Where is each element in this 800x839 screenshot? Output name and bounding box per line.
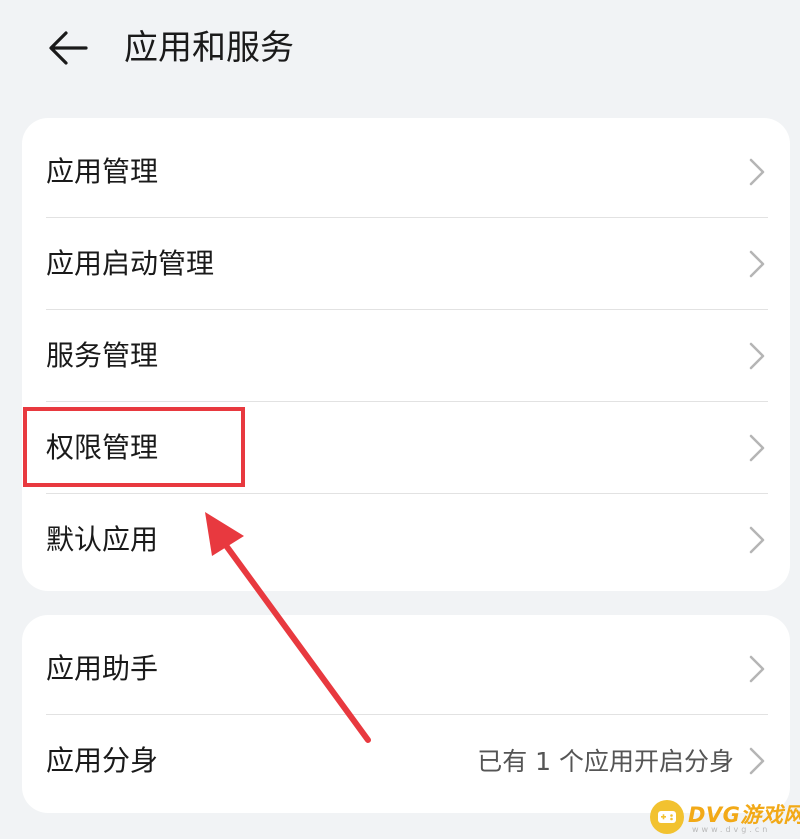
gamepad-icon: [650, 800, 684, 834]
row-app-assistant[interactable]: 应用助手: [22, 623, 790, 715]
row-default-apps[interactable]: 默认应用: [22, 494, 790, 586]
row-label: 应用分身: [46, 744, 159, 777]
arrow-left-icon: [49, 31, 88, 65]
row-app-launch-management[interactable]: 应用启动管理: [22, 218, 790, 310]
chevron-right-icon: [749, 250, 765, 278]
chevron-right-icon: [749, 342, 765, 370]
annotation-highlight-box: [23, 407, 245, 487]
chevron-right-icon: [749, 434, 765, 462]
row-service-management[interactable]: 服务管理: [22, 310, 790, 402]
row-app-twin[interactable]: 应用分身 已有 1 个应用开启分身: [22, 715, 790, 807]
chevron-right-icon: [749, 526, 765, 554]
back-button[interactable]: [42, 28, 92, 68]
row-label: 应用助手: [46, 652, 159, 685]
settings-group-1: 应用管理 应用启动管理 服务管理 权限管理 默认应用: [22, 118, 790, 591]
row-label: 默认应用: [46, 523, 159, 556]
watermark: DVG游戏网 www.dvg.cn: [650, 797, 800, 839]
row-value: 已有 1 个应用开启分身: [477, 747, 734, 776]
watermark-subtext: www.dvg.cn: [692, 825, 771, 834]
chevron-right-icon: [749, 655, 765, 683]
chevron-right-icon: [749, 747, 765, 775]
row-label: 应用管理: [46, 155, 159, 188]
row-app-management[interactable]: 应用管理: [22, 126, 790, 218]
chevron-right-icon: [749, 158, 765, 186]
row-label: 服务管理: [46, 339, 159, 372]
settings-group-2: 应用助手 应用分身 已有 1 个应用开启分身: [22, 615, 790, 813]
page-title: 应用和服务: [124, 28, 294, 68]
header: 应用和服务: [0, 0, 800, 100]
row-label: 应用启动管理: [46, 247, 215, 280]
